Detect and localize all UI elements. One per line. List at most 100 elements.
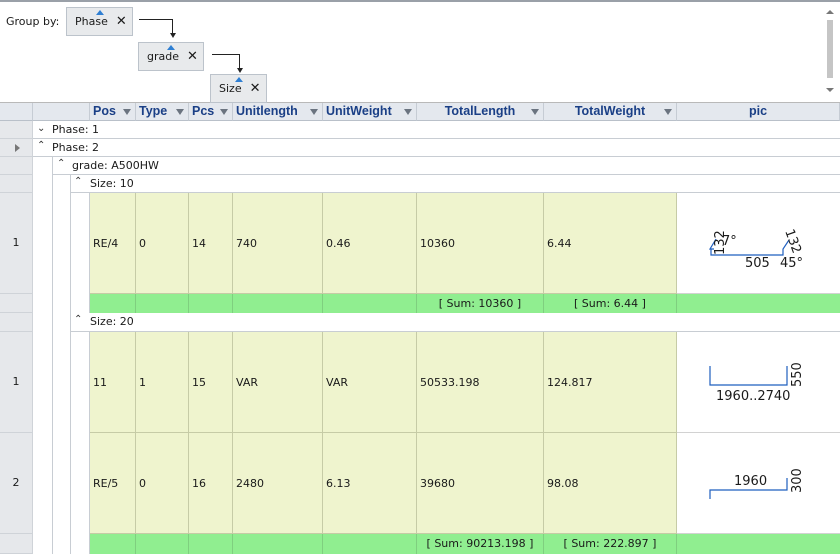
cell-totallength[interactable]: 39680 [417,433,544,534]
cell-unitlength[interactable]: VAR [233,332,323,433]
group-row-size-20[interactable]: ⌃ Size: 20 [71,313,840,332]
cell-unitweight[interactable]: 6.13 [323,433,417,534]
collapse-caret-icon[interactable]: ⌃ [57,158,65,169]
chip-connector [212,54,240,68]
sort-ascending-icon [234,77,243,82]
group-row-label: Phase: 1 [52,123,100,136]
diagram-right-label: 132 [781,227,804,255]
cell-pos[interactable]: 11 [90,332,136,433]
diagram-angle-label: 45° [780,256,803,271]
row-indicator[interactable] [0,175,33,193]
collapse-caret-icon[interactable]: ⌃ [74,176,82,187]
cell-unitweight[interactable]: 0.46 [323,193,417,294]
cell-pcs[interactable]: 15 [189,332,233,433]
cell-pic[interactable]: 1960 300 [677,433,840,534]
group-row-size-10[interactable]: ⌃ Size: 10 [71,175,840,193]
row-indicator[interactable] [0,121,33,139]
row-indicator[interactable] [0,534,33,554]
filter-dropdown-icon[interactable] [176,109,184,115]
collapse-caret-icon[interactable]: ⌃ [37,140,45,151]
remove-chip-icon[interactable]: ✕ [187,50,198,63]
column-header-pic[interactable]: pic [677,103,840,121]
group-panel-scrollbar[interactable] [824,6,838,98]
row-indicator[interactable] [0,313,33,332]
summary-cell [323,294,417,313]
group-row-phase-1[interactable]: ⌄ Phase: 1 [33,121,840,139]
column-header-label: pic [748,104,768,118]
scroll-down-icon[interactable] [826,88,834,92]
column-header-unitlength[interactable]: Unitlength [233,103,323,121]
bar-shape-diagram: 7° 505 45° 132 132 [708,227,804,271]
scroll-up-icon[interactable] [826,10,834,14]
row-number[interactable]: 1 [0,332,33,433]
group-summary-row: [ Sum: 10360 ] [ Sum: 6.44 ] [90,294,840,313]
cell-totallength[interactable]: 10360 [417,193,544,294]
diagram-height-label: 300 [790,468,805,493]
cell-type[interactable]: 0 [136,193,189,294]
column-header-pos[interactable]: Pos [90,103,136,121]
cell-pic[interactable]: 1960..2740 550 [677,332,840,433]
group-chip-label: Size [219,82,242,95]
expand-caret-icon[interactable]: ⌄ [37,123,45,134]
group-by-panel: Group by: Phase ✕ grade ✕ Size ✕ [0,0,840,103]
filter-dropdown-icon[interactable] [664,109,672,115]
cell-unitlength[interactable]: 2480 [233,433,323,534]
group-chip-phase[interactable]: Phase ✕ [66,7,133,36]
cell-unitlength[interactable]: 740 [233,193,323,294]
row-indicator[interactable] [0,139,33,157]
row-indicator[interactable] [0,157,33,175]
diagram-length-label: 505 [745,256,770,271]
column-header-pcs[interactable]: Pcs [189,103,233,121]
column-header-totalweight[interactable]: TotalWeight [544,103,677,121]
group-indent-level-1 [33,157,53,554]
column-header-totallength[interactable]: TotalLength [417,103,544,121]
filter-dropdown-icon[interactable] [404,109,412,115]
group-summary-row: [ Sum: 90213.198 ] [ Sum: 222.897 ] [90,534,840,554]
filter-dropdown-icon[interactable] [531,109,539,115]
scroll-thumb[interactable] [827,20,833,78]
diagram-height-label: 550 [790,362,805,387]
summary-cell [90,534,136,554]
summary-cell [233,534,323,554]
sort-ascending-icon [95,10,104,15]
group-chip-size[interactable]: Size ✕ [210,74,267,103]
group-row-phase-2[interactable]: ⌃ Phase: 2 [33,139,840,157]
column-header-type[interactable]: Type [136,103,189,121]
group-chip-grade[interactable]: grade ✕ [138,42,204,71]
sort-ascending-icon [167,45,175,50]
filter-dropdown-icon[interactable] [123,109,131,115]
summary-cell [323,534,417,554]
cell-pic[interactable]: 7° 505 45° 132 132 [677,193,840,294]
cell-unitweight[interactable]: VAR [323,332,417,433]
cell-totalweight[interactable]: 124.817 [544,332,677,433]
column-header-label: Unitlength [236,104,298,118]
filter-dropdown-icon[interactable] [220,109,228,115]
filter-dropdown-icon[interactable] [310,109,318,115]
cell-pos[interactable]: RE/5 [90,433,136,534]
collapse-caret-icon[interactable]: ⌃ [74,314,82,325]
bar-shape-diagram: 1960 300 [709,468,805,499]
summary-totalweight: [ Sum: 222.897 ] [544,534,677,554]
row-indicator[interactable] [0,294,33,313]
column-header-label: Pos [93,104,116,118]
column-header-label: TotalWeight [574,104,646,118]
summary-cell [136,534,189,554]
column-header-unitweight[interactable]: UnitWeight [323,103,417,121]
cell-totalweight[interactable]: 6.44 [544,193,677,294]
panel-top-border [0,0,840,2]
summary-cell [189,294,233,313]
cell-type[interactable]: 0 [136,433,189,534]
row-number[interactable]: 1 [0,193,33,294]
cell-type[interactable]: 1 [136,332,189,433]
cell-pos[interactable]: RE/4 [90,193,136,294]
cell-totallength[interactable]: 50533.198 [417,332,544,433]
connector-arrow-icon [170,33,176,38]
remove-chip-icon[interactable]: ✕ [250,82,261,95]
group-row-grade[interactable]: ⌃ grade: A500HW [53,157,840,175]
summary-cell [233,294,323,313]
cell-pcs[interactable]: 14 [189,193,233,294]
cell-totalweight[interactable]: 98.08 [544,433,677,534]
remove-chip-icon[interactable]: ✕ [116,15,127,28]
cell-pcs[interactable]: 16 [189,433,233,534]
row-number[interactable]: 2 [0,433,33,534]
